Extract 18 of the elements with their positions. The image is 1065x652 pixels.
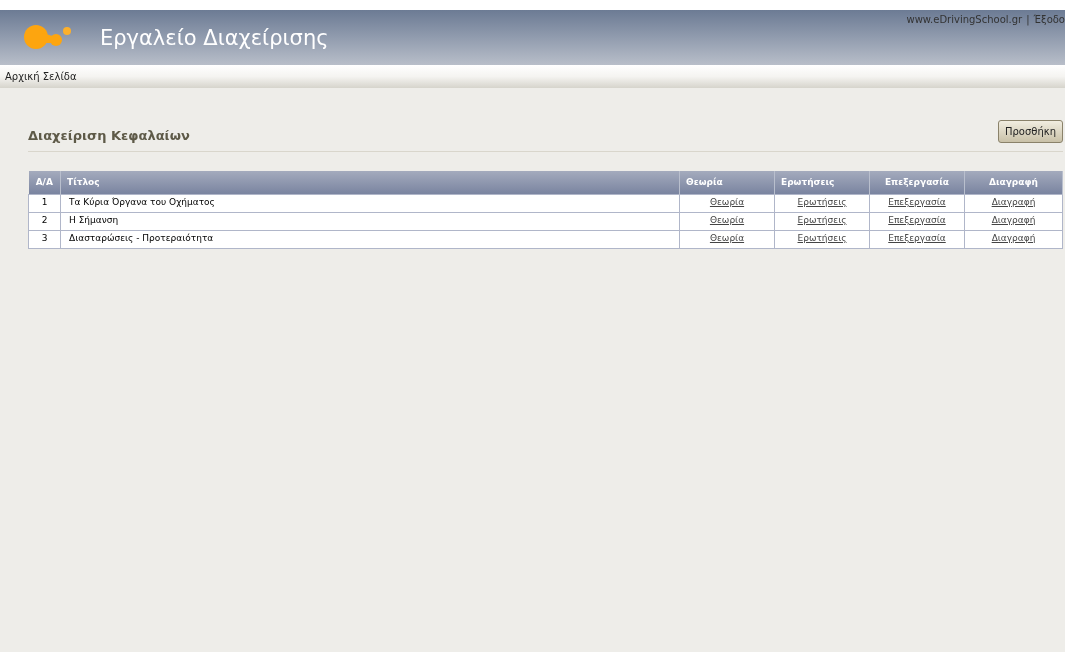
nav-link[interactable]: Αρχική Σελίδα [5,69,77,84]
site-link[interactable]: www.eDrivingSchool.gr [906,12,1023,27]
table-cell: 1 [28,194,61,212]
column-header: Θεωρία [679,171,775,194]
table-cell: 2 [28,212,61,230]
table-cell: Διασταρώσεις - Προτεραιότητα [60,230,680,248]
column-header: Διαγραφή [964,171,1063,194]
app-title: Εργαλείο Διαχείρισης [100,25,329,52]
column-header: Επεξεργασία [869,171,965,194]
add-button[interactable]: Προσθήκη [998,120,1063,143]
column-header: Τίτλος [60,171,680,194]
separator: | [1026,13,1030,27]
column-header: Α/Α [28,171,61,194]
table-cell: Τα Κύρια Όργανα του Οχήματος [60,194,680,212]
table-cell: 3 [28,230,61,248]
page-title: Διαχείριση Κεφαλαίων [28,126,190,145]
column-header: Ερωτήσεις [774,171,870,194]
table-cell: Η Σήμανση [60,212,680,230]
